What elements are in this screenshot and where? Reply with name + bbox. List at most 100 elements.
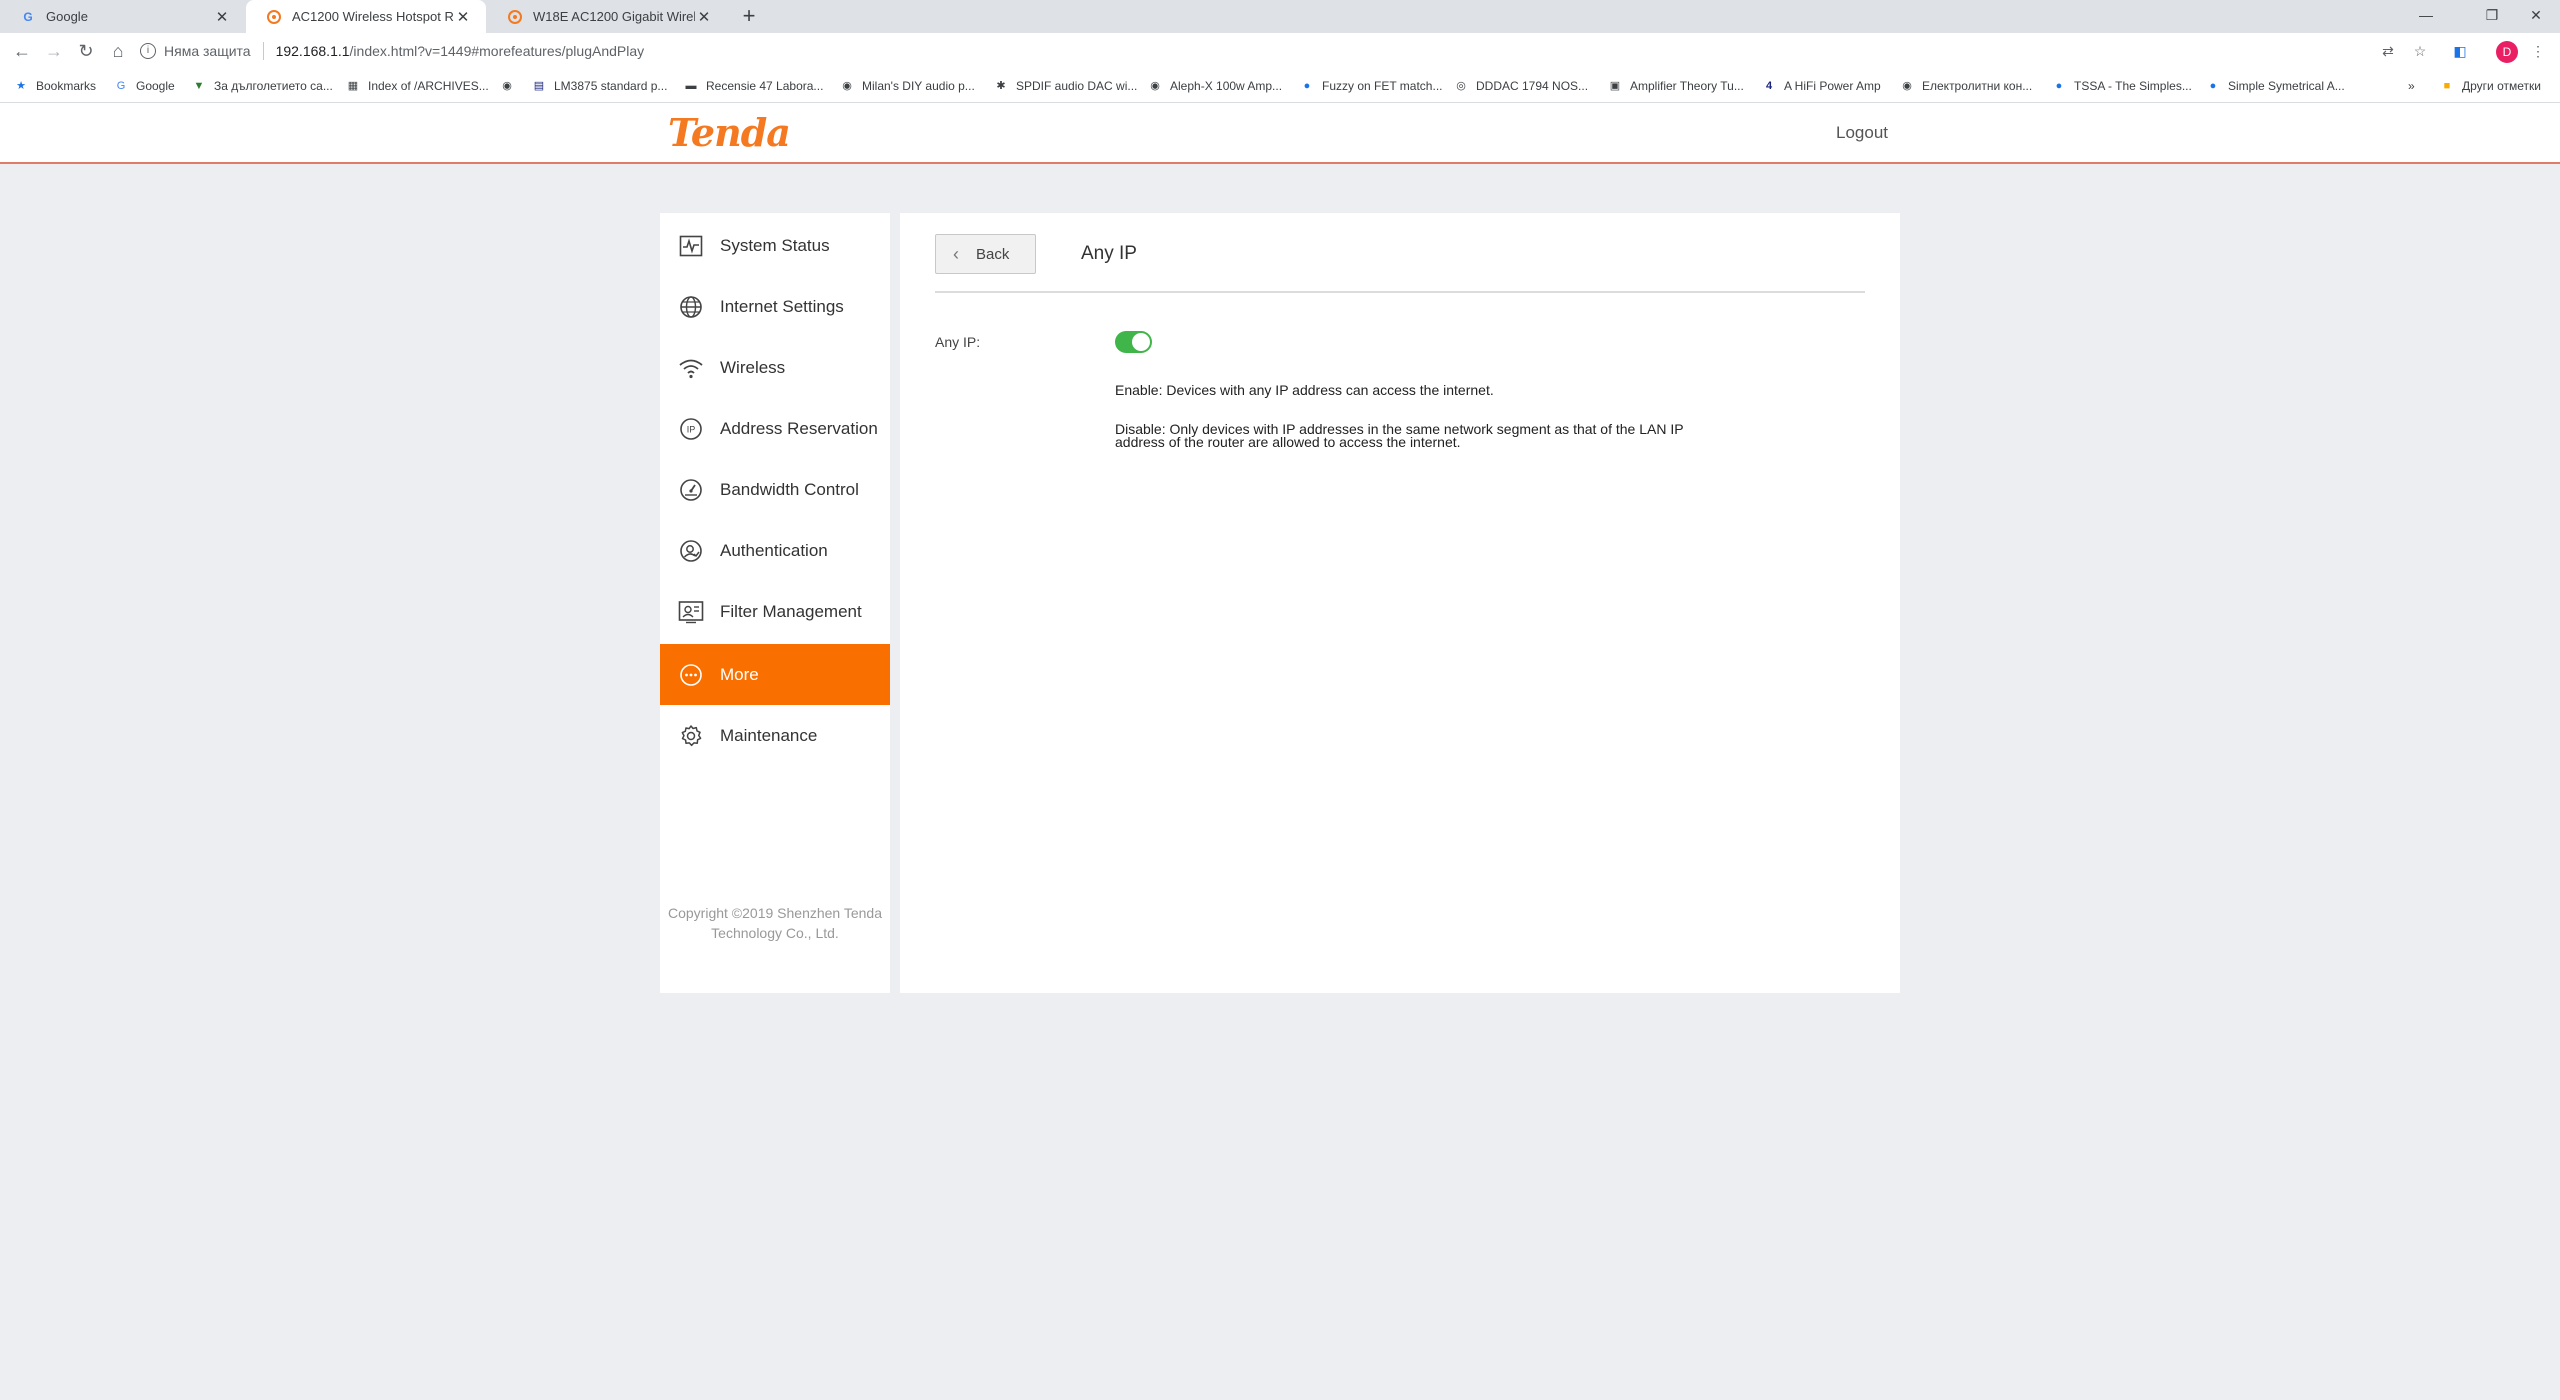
svg-text:IP: IP [687, 424, 696, 434]
browser-toolbar: ← → ↻ ⌂ i Няма защита 192.168.1.1 /index… [0, 33, 2560, 69]
tenda-favicon-icon [507, 9, 523, 25]
restore-window-icon[interactable]: ❐ [2470, 0, 2514, 33]
disable-description-line-2: address of the router are allowed to acc… [1115, 434, 1461, 450]
more-bookmarks-button[interactable]: » [2408, 69, 2415, 103]
gauge-icon [678, 477, 704, 503]
sidebar-item-system-status[interactable]: System Status [660, 215, 890, 276]
gear-icon [678, 723, 704, 749]
sidebar-item-address-reservation[interactable]: IP Address Reservation [660, 398, 890, 459]
star-icon: ★ [16, 80, 26, 92]
sidebar-item-filter-management[interactable]: Filter Management [660, 581, 890, 642]
sidebar-item-label: More [720, 664, 759, 684]
tenda-favicon-icon [266, 9, 282, 25]
address-separator [262, 42, 264, 60]
bookmark-star-icon[interactable]: ☆ [2410, 41, 2430, 61]
tab-router[interactable]: AC1200 Wireless Hotspot Router ✕ [246, 0, 486, 33]
folder-icon: ■ [2443, 80, 2451, 92]
sidebar-item-internet-settings[interactable]: Internet Settings [660, 276, 890, 337]
globe-bookmark-icon: ◉ [842, 80, 852, 92]
close-tab-icon[interactable]: ✕ [213, 8, 231, 26]
tab-title: AC1200 Wireless Hotspot Router [292, 9, 454, 24]
tab-google[interactable]: G Google ✕ [0, 0, 245, 33]
close-window-icon[interactable]: ✕ [2514, 0, 2558, 33]
bookmark-item[interactable]: 4A HiFi Power Amp [1762, 69, 1881, 103]
globe-bookmark-icon: ◉ [1902, 80, 1912, 92]
address-bar[interactable]: i Няма защита 192.168.1.1 /index.html?v=… [140, 37, 2360, 65]
site-icon: ● [1303, 80, 1311, 92]
back-button[interactable]: ‹ Back [935, 234, 1036, 274]
back-arrow-icon[interactable]: ← [8, 37, 36, 65]
site-icon: ▣ [1609, 80, 1621, 92]
user-check-icon [678, 538, 704, 564]
extension-icon[interactable]: ◧ [2450, 41, 2470, 61]
bookmark-item[interactable]: ◉ Aleph-X 100w Amp... [1148, 69, 1282, 103]
sidebar-item-label: System Status [720, 235, 830, 255]
back-button-label: Back [976, 245, 1010, 263]
minimize-window-icon[interactable]: — [2404, 0, 2448, 33]
tab-title: Google [46, 9, 88, 24]
tab-title: W18E AC1200 Gigabit Wireless H [533, 9, 695, 24]
site-icon: ● [2209, 80, 2217, 92]
bookmark-item[interactable]: ✱ SPDIF audio DAC wi... [994, 69, 1137, 103]
bookmark-item[interactable]: ◉ Електролитни кон... [1900, 69, 2032, 103]
bookmark-item[interactable]: ▤ LM3875 standard p... [532, 69, 668, 103]
site-icon: ◎ [1456, 80, 1466, 92]
bookmark-item[interactable]: ★ Bookmarks [14, 69, 96, 103]
ip-icon: IP [678, 416, 704, 442]
logout-link[interactable]: Logout [1836, 123, 1888, 143]
profile-avatar[interactable]: D [2496, 41, 2518, 63]
info-icon[interactable]: i [140, 43, 156, 59]
sidebar-item-maintenance[interactable]: Maintenance [660, 705, 890, 766]
sidebar-item-bandwidth-control[interactable]: Bandwidth Control [660, 459, 890, 520]
toggle-knob [1132, 333, 1150, 351]
wifi-icon [678, 355, 704, 381]
site-icon: ● [2055, 80, 2063, 92]
site-icon: ▤ [533, 80, 545, 92]
enable-description: Enable: Devices with any IP address can … [1115, 382, 1494, 398]
site-icon: ▼ [193, 80, 205, 92]
bookmark-item[interactable]: ◎ DDDAC 1794 NOS... [1454, 69, 1588, 103]
sidebar-item-label: Wireless [720, 357, 786, 377]
globe-bookmark-icon: ◉ [502, 80, 512, 92]
sidebar-item-label: Address Reservation [720, 418, 878, 438]
other-bookmarks-folder[interactable]: ■ Други отметки [2440, 69, 2541, 103]
browser-menu-icon[interactable]: ⋮ [2528, 41, 2548, 61]
bookmark-item[interactable]: ▦ Index of /ARCHIVES... [346, 69, 489, 103]
new-tab-button[interactable]: + [736, 3, 762, 29]
close-tab-icon[interactable]: ✕ [454, 8, 472, 26]
tenda-logo: Tenda [668, 110, 791, 155]
bookmark-item[interactable]: ◉ [500, 69, 522, 103]
reload-icon[interactable]: ↻ [72, 37, 100, 65]
any-ip-toggle[interactable] [1115, 331, 1152, 353]
sidebar-item-label: Internet Settings [720, 296, 844, 316]
more-circle-icon [678, 662, 704, 688]
sidebar-item-more[interactable]: More [660, 644, 890, 705]
sidebar-item-wireless[interactable]: Wireless [660, 337, 890, 398]
google-icon: G [116, 80, 126, 92]
google-favicon-icon: G [23, 9, 33, 24]
bookmark-item[interactable]: ◉ Milan's DIY audio p... [840, 69, 975, 103]
close-tab-icon[interactable]: ✕ [695, 8, 713, 26]
tab-w18e[interactable]: W18E AC1200 Gigabit Wireless H ✕ [487, 0, 727, 33]
globe-bookmark-icon: ◉ [1150, 80, 1160, 92]
bookmarks-bar: ★ Bookmarks G Google ▼ За дълголетието са..… [0, 69, 2560, 103]
filter-card-icon [678, 599, 704, 625]
site-icon: ▬ [685, 80, 697, 92]
sidebar-item-label: Filter Management [720, 601, 862, 621]
bookmark-item[interactable]: ▼ За дълголетието са... [192, 69, 333, 103]
bookmark-item[interactable]: ▣ Amplifier Theory Tu... [1608, 69, 1744, 103]
home-icon[interactable]: ⌂ [104, 37, 132, 65]
bookmark-item[interactable]: ● Simple Symetrical A... [2206, 69, 2345, 103]
sidebar-item-authentication[interactable]: Authentication [660, 520, 890, 581]
chevron-left-icon: ‹ [953, 243, 959, 264]
page-title: Any IP [1081, 243, 1137, 264]
globe-icon [678, 294, 704, 320]
forward-arrow-icon[interactable]: → [40, 37, 68, 65]
bookmark-item[interactable]: ▬ Recensie 47 Labora... [684, 69, 824, 103]
site-icon: ▦ [347, 80, 359, 92]
bookmark-item[interactable]: G Google [114, 69, 175, 103]
title-divider [935, 291, 1865, 293]
bookmark-item[interactable]: ● Fuzzy on FET match... [1300, 69, 1443, 103]
bookmark-item[interactable]: ● TSSA - The Simples... [2052, 69, 2192, 103]
translate-icon[interactable]: ⇄ [2378, 41, 2398, 61]
